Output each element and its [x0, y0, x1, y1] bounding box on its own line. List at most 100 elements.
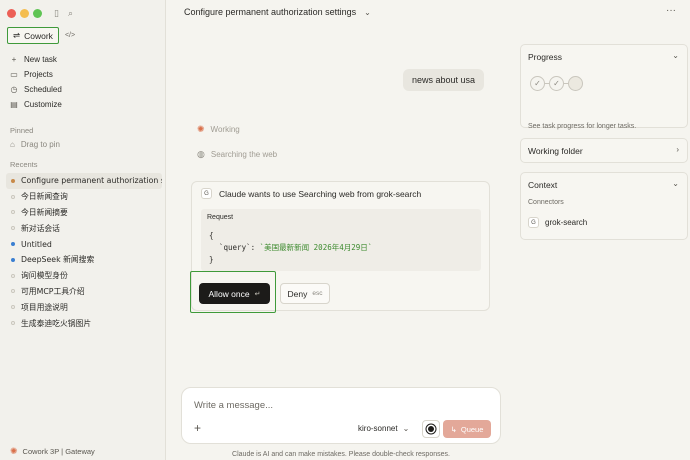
- queue-button[interactable]: ↳ Queue: [443, 420, 491, 438]
- cowork-mode-button[interactable]: ⇌ Cowork: [7, 27, 59, 44]
- searching-status: ◍ Searching the web: [197, 149, 277, 160]
- sidebar-item-projects[interactable]: ▭ Projects: [10, 67, 62, 82]
- working-folder-panel[interactable]: Working folder ›: [520, 138, 688, 163]
- queue-label: Queue: [460, 424, 484, 434]
- message-input[interactable]: Write a message...: [194, 400, 273, 411]
- recent-item[interactable]: 可用MCP工具介绍: [6, 284, 162, 300]
- status-dot: [11, 242, 15, 247]
- sidebar-item-label: Projects: [24, 70, 53, 79]
- plus-icon: +: [11, 55, 17, 64]
- request-box: Request { `query`: `美国最新新闻 2026年4月29日` }: [201, 209, 481, 271]
- queue-arrow-icon: ↳: [450, 424, 457, 434]
- message-composer: Write a message... + kiro-sonnet ⌄ ↳ Que…: [181, 387, 501, 444]
- chevron-down-icon: ⌄: [364, 7, 371, 17]
- step-pending-icon: [568, 76, 583, 91]
- status-dot: [11, 305, 15, 310]
- recent-item-label: 生成泰迪吃火锅图片: [21, 318, 92, 328]
- drag-to-pin-label: Drag to pin: [20, 140, 60, 149]
- recent-item[interactable]: Configure permanent authorization s: [6, 173, 162, 189]
- main-area: Configure permanent authorization settin…: [166, 0, 690, 460]
- sidebar-item-scheduled[interactable]: ◷ Scheduled: [10, 82, 62, 97]
- folder-icon: ▭: [10, 70, 18, 79]
- json-open-brace: {: [209, 231, 214, 240]
- step-done-icon: ✓: [530, 76, 545, 91]
- maximize-window-button[interactable]: [33, 9, 42, 18]
- sidebar: ▯ ⌕ ⇌ Cowork </> + New task ▭ Projects ◷…: [0, 0, 166, 460]
- add-attachment-icon[interactable]: +: [194, 421, 201, 435]
- workspace-label: Cowork 3P | Gateway: [22, 447, 95, 456]
- recent-item[interactable]: 询问模型身份: [6, 268, 162, 284]
- close-window-button[interactable]: [7, 9, 16, 18]
- briefcase-icon: ▤: [10, 100, 18, 109]
- sidebar-item-label: Customize: [24, 100, 62, 109]
- json-separator: :: [250, 243, 260, 252]
- more-options-icon[interactable]: ···: [666, 5, 676, 16]
- sidebar-footer[interactable]: ✺ Cowork 3P | Gateway: [10, 446, 95, 457]
- record-button[interactable]: [422, 420, 440, 438]
- recent-item[interactable]: 生成泰迪吃火锅图片: [6, 315, 162, 331]
- sidebar-item-label: New task: [24, 55, 57, 64]
- search-icon[interactable]: ⌕: [68, 8, 73, 19]
- server-badge-icon: G: [201, 188, 212, 199]
- sidebar-item-new-task[interactable]: + New task: [10, 52, 62, 67]
- conversation-title-dropdown[interactable]: Configure permanent authorization settin…: [184, 7, 371, 17]
- pin-icon: ⌂: [10, 140, 15, 149]
- recent-item[interactable]: 今日新闻查询: [6, 189, 162, 205]
- chevron-down-icon[interactable]: ⌄: [672, 51, 679, 60]
- step-done-icon: ✓: [549, 76, 564, 91]
- disclaimer: Claude is AI and can make mistakes. Plea…: [232, 451, 450, 458]
- connector-label: grok-search: [545, 218, 588, 227]
- recent-item-label: Untitled: [21, 239, 52, 249]
- recent-item[interactable]: 新对话会话: [6, 220, 162, 236]
- progress-title: Progress: [528, 52, 563, 62]
- clock-icon: ◷: [10, 85, 18, 94]
- globe-icon: ◍: [197, 149, 205, 159]
- minimize-window-button[interactable]: [20, 9, 29, 18]
- record-icon: [428, 426, 434, 432]
- sidebar-toggle-icon[interactable]: ▯: [54, 8, 59, 19]
- allow-once-button[interactable]: Allow once ↵: [199, 283, 270, 304]
- searching-label: Searching the web: [210, 150, 278, 159]
- recent-item-label: 今日新闻摘要: [21, 207, 68, 217]
- model-selector[interactable]: kiro-sonnet ⌄: [358, 424, 409, 433]
- status-dot: [11, 178, 15, 183]
- status-dot: [11, 273, 15, 278]
- recent-item[interactable]: DeepSeek 新闻搜索: [6, 252, 162, 268]
- allow-once-label: Allow once: [208, 288, 250, 299]
- context-panel: Context ⌄ Connectors G grok-search: [520, 172, 688, 240]
- connector-badge-icon: G: [528, 217, 539, 228]
- status-dot: [11, 321, 15, 326]
- cowork-label: Cowork: [24, 30, 53, 41]
- claude-logo-icon: ✺: [10, 446, 18, 456]
- json-close-brace: }: [209, 255, 214, 264]
- deny-label: Deny: [287, 288, 308, 299]
- context-title: Context: [528, 180, 558, 190]
- page-title: Configure permanent authorization settin…: [184, 7, 357, 17]
- window-controls: [7, 9, 42, 18]
- request-json: { `query`: `美国最新新闻 2026年4月29日` }: [209, 230, 372, 266]
- recent-item[interactable]: 项目用途说明: [6, 299, 162, 315]
- user-message: news about usa: [403, 69, 485, 91]
- sidebar-item-label: Scheduled: [24, 85, 62, 94]
- sidebar-nav: + New task ▭ Projects ◷ Scheduled ▤ Cust…: [10, 52, 62, 112]
- code-mode-icon[interactable]: </>: [65, 32, 75, 39]
- chevron-down-icon: ⌄: [402, 424, 410, 433]
- recent-item[interactable]: 今日新闻摘要: [6, 205, 162, 221]
- chevron-down-icon[interactable]: ⌄: [672, 179, 679, 188]
- cowork-icon: ⇌: [13, 30, 21, 40]
- sidebar-item-customize[interactable]: ▤ Customize: [10, 97, 62, 112]
- recent-item-label: 今日新闻查询: [21, 192, 68, 202]
- enter-key-icon: ↵: [254, 290, 261, 298]
- connector-item[interactable]: G grok-search: [528, 217, 587, 228]
- recents-heading: Recents: [10, 160, 38, 169]
- recents-list: Configure permanent authorization s 今日新闻…: [6, 173, 162, 331]
- permission-prompt: Claude wants to use Searching web from g…: [219, 188, 422, 199]
- recent-item[interactable]: Untitled: [6, 236, 162, 252]
- status-dot: [11, 289, 15, 294]
- deny-button[interactable]: Deny esc: [280, 283, 330, 304]
- progress-note: See task progress for longer tasks.: [528, 123, 637, 130]
- recent-item-label: 可用MCP工具介绍: [21, 286, 85, 296]
- status-dot: [11, 194, 15, 199]
- working-folder-title: Working folder: [528, 146, 583, 156]
- status-dot: [11, 257, 15, 262]
